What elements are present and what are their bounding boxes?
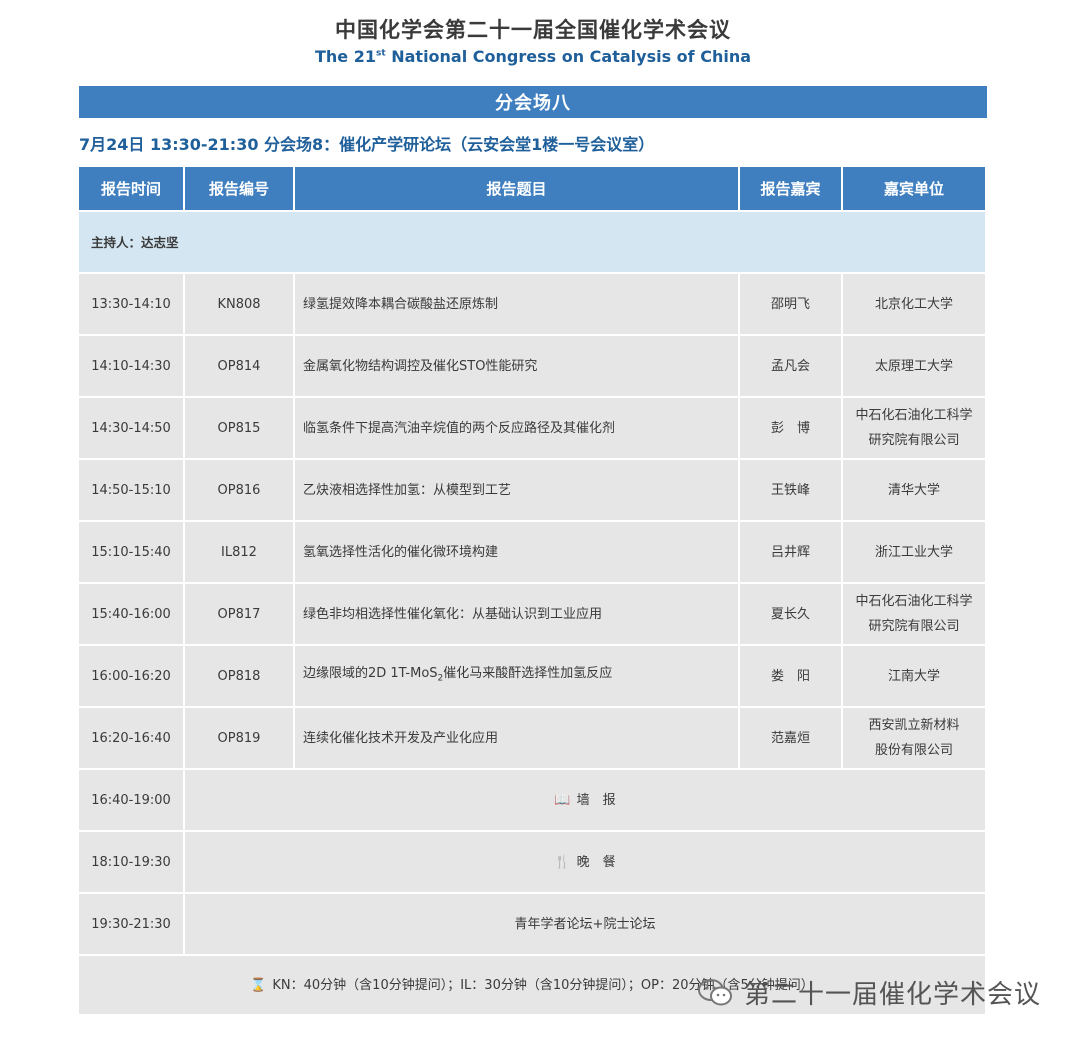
- table-row: 15:40-16:00 OP817 绿色非均相选择性催化氧化：从基础认识到工业应…: [79, 584, 985, 644]
- affiliation-cell: 北京化工大学: [843, 274, 985, 334]
- time-cell: 14:50-15:10: [79, 460, 183, 520]
- book-icon: 📖: [554, 792, 571, 808]
- topic-cell: 乙炔液相选择性加氢：从模型到工艺: [295, 460, 738, 520]
- code-cell: KN808: [185, 274, 293, 334]
- speaker-cell: 范嘉烜: [740, 708, 841, 768]
- topic-cell: 氢氧选择性活化的催化微环境构建: [295, 522, 738, 582]
- header-affiliation: 嘉宾单位: [843, 167, 985, 210]
- break-row-forum: 19:30-21:30 青年学者论坛+院士论坛: [79, 894, 985, 954]
- break-row-dinner: 18:10-19:30 🍴 晚 餐: [79, 832, 985, 892]
- hourglass-icon: ⌛: [250, 977, 267, 993]
- time-cell: 16:00-16:20: [79, 646, 183, 706]
- session-info: 7月24日 13:30-21:30 分会场8：催化产学研论坛（云安会堂1楼一号会…: [79, 135, 655, 154]
- code-cell: IL812: [185, 522, 293, 582]
- table-row: 14:10-14:30 OP814 金属氧化物结构调控及催化STO性能研究 孟凡…: [79, 336, 985, 396]
- speaker-cell: 娄 阳: [740, 646, 841, 706]
- watermark-text: 第二十一届催化学术会议: [744, 980, 1042, 1010]
- speaker-cell: 夏长久: [740, 584, 841, 644]
- topic-cell: 临氢条件下提高汽油辛烷值的两个反应路径及其催化剂: [295, 398, 738, 458]
- topic-cell: 绿色非均相选择性催化氧化：从基础认识到工业应用: [295, 584, 738, 644]
- speaker-cell: 吕井辉: [740, 522, 841, 582]
- code-cell: OP815: [185, 398, 293, 458]
- table-row: 16:20-16:40 OP819 连续化催化技术开发及产业化应用 范嘉烜 西安…: [79, 708, 985, 768]
- topic-cell: 连续化催化技术开发及产业化应用: [295, 708, 738, 768]
- code-cell: OP818: [185, 646, 293, 706]
- code-cell: OP814: [185, 336, 293, 396]
- topic-cell: 金属氧化物结构调控及催化STO性能研究: [295, 336, 738, 396]
- break-cell: 🍴 晚 餐: [185, 832, 985, 892]
- time-cell: 16:40-19:00: [79, 770, 183, 830]
- code-cell: OP817: [185, 584, 293, 644]
- header-code: 报告编号: [185, 167, 293, 210]
- affiliation-cell: 浙江工业大学: [843, 522, 985, 582]
- header-time: 报告时间: [79, 167, 183, 210]
- table-row: 14:30-14:50 OP815 临氢条件下提高汽油辛烷值的两个反应路径及其催…: [79, 398, 985, 458]
- table-row: 16:00-16:20 OP818 边缘限域的2D 1T-MoS2催化马来酸酐选…: [79, 646, 985, 706]
- speaker-cell: 彭 博: [740, 398, 841, 458]
- fork-knife-icon: 🍴: [554, 854, 571, 870]
- watermark: 第二十一届催化学术会议: [698, 974, 1041, 1011]
- break-row-poster: 16:40-19:00 📖 墙 报: [79, 770, 985, 830]
- code-cell: OP816: [185, 460, 293, 520]
- table-row: 14:50-15:10 OP816 乙炔液相选择性加氢：从模型到工艺 王铁峰 清…: [79, 460, 985, 520]
- topic-cell: 边缘限域的2D 1T-MoS2催化马来酸酐选择性加氢反应: [295, 646, 738, 706]
- wechat-icon: [698, 978, 734, 1008]
- table-row: 13:30-14:10 KN808 绿氢提效降本耦合碳酸盐还原炼制 邵明飞 北京…: [79, 274, 985, 334]
- break-cell: 📖 墙 报: [185, 770, 985, 830]
- speaker-cell: 孟凡会: [740, 336, 841, 396]
- speaker-cell: 邵明飞: [740, 274, 841, 334]
- affiliation-cell: 中石化石油化工科学 研究院有限公司: [843, 398, 985, 458]
- time-cell: 14:10-14:30: [79, 336, 183, 396]
- time-cell: 14:30-14:50: [79, 398, 183, 458]
- conference-title-en: The 21st National Congress on Catalysis …: [314, 47, 751, 66]
- break-cell: 青年学者论坛+院士论坛: [185, 894, 985, 954]
- time-cell: 15:10-15:40: [79, 522, 183, 582]
- topic-cell: 绿氢提效降本耦合碳酸盐还原炼制: [295, 274, 738, 334]
- time-cell: 18:10-19:30: [79, 832, 183, 892]
- conference-title-cn: 中国化学会第二十一届全国催化学术会议: [335, 18, 731, 42]
- host-row: 主持人：达志坚: [79, 212, 985, 272]
- header-speaker: 报告嘉宾: [740, 167, 841, 210]
- table-row: 15:10-15:40 IL812 氢氧选择性活化的催化微环境构建 吕井辉 浙江…: [79, 522, 985, 582]
- session-banner: 分会场八: [79, 86, 987, 118]
- code-cell: OP819: [185, 708, 293, 768]
- time-cell: 19:30-21:30: [79, 894, 183, 954]
- affiliation-cell: 江南大学: [843, 646, 985, 706]
- affiliation-cell: 清华大学: [843, 460, 985, 520]
- speaker-cell: 王铁峰: [740, 460, 841, 520]
- time-cell: 15:40-16:00: [79, 584, 183, 644]
- table-header-row: 报告时间 报告编号 报告题目 报告嘉宾 嘉宾单位: [79, 167, 985, 210]
- affiliation-cell: 西安凯立新材料 股份有限公司: [843, 708, 985, 768]
- time-cell: 16:20-16:40: [79, 708, 183, 768]
- header-topic: 报告题目: [295, 167, 738, 210]
- affiliation-cell: 太原理工大学: [843, 336, 985, 396]
- affiliation-cell: 中石化石油化工科学 研究院有限公司: [843, 584, 985, 644]
- host-name: 主持人：达志坚: [79, 212, 985, 272]
- time-cell: 13:30-14:10: [79, 274, 183, 334]
- schedule-table: 报告时间 报告编号 报告题目 报告嘉宾 嘉宾单位 主持人：达志坚 13:30-1…: [77, 165, 987, 1016]
